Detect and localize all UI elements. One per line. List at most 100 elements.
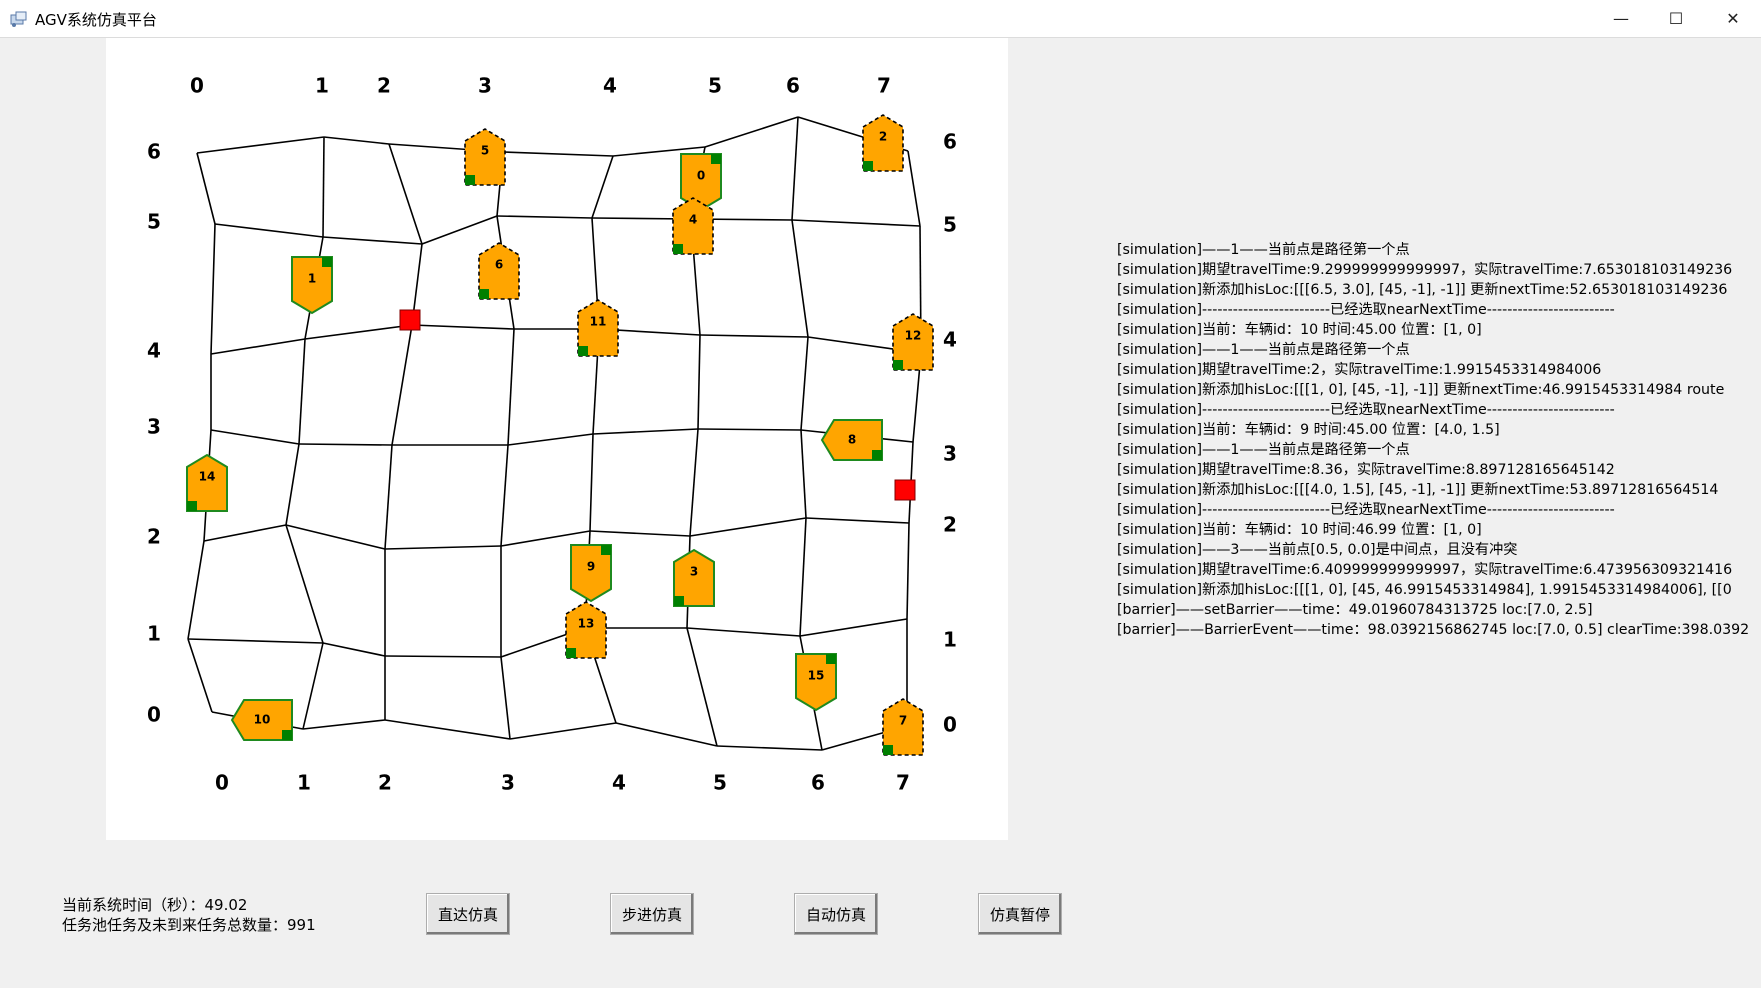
road-segment [716, 745, 823, 751]
log-line: [simulation]期望travelTime:8.36，实际travelTi… [1117, 462, 1615, 478]
bottom-axis-label: 0 [215, 771, 229, 795]
road-segment [298, 443, 393, 446]
agv-direction-marker [479, 289, 489, 299]
maximize-icon: ☐ [1668, 9, 1684, 28]
agv-vehicle[interactable]: 7 [882, 698, 924, 756]
agv-vehicle[interactable]: 2 [862, 114, 904, 172]
road-segment [196, 152, 216, 225]
top-axis-label: 0 [190, 74, 204, 98]
road-segment [799, 618, 908, 637]
agv-vehicle[interactable]: 12 [892, 313, 934, 371]
log-line: [barrier]——BarrierEvent——time：98.0392156… [1117, 622, 1750, 638]
road-segment [906, 522, 910, 620]
top-axis-label: 2 [377, 74, 391, 98]
road-segment [697, 334, 701, 430]
agv-id-label: 11 [590, 315, 607, 329]
agv-direction-marker [566, 648, 576, 658]
road-segment [210, 338, 306, 355]
agv-vehicle[interactable]: 5 [464, 128, 506, 186]
bottom-axis-label: 7 [896, 771, 910, 795]
road-segment [500, 530, 591, 547]
road-segment [907, 150, 921, 227]
agv-vehicle[interactable]: 10 [230, 699, 293, 741]
agv-id-label: 9 [587, 560, 595, 574]
agv-direction-marker [465, 175, 475, 185]
barrier-marker [399, 309, 421, 331]
road-segment [285, 524, 386, 550]
road-segment [689, 517, 807, 537]
agv-map-panel: 0123456701234567654321065432100123456789… [106, 38, 1008, 840]
road-segment [799, 517, 807, 637]
agv-id-label: 3 [690, 565, 698, 579]
road-segment [187, 638, 213, 713]
road-segment [384, 444, 393, 550]
agv-id-label: 10 [254, 713, 271, 727]
maximize-button[interactable]: ☐ [1648, 0, 1704, 37]
task-count: 任务池任务及未到来任务总数量：991 [62, 916, 316, 934]
agv-direction-marker [883, 745, 893, 755]
agv-vehicle[interactable]: 6 [478, 242, 520, 300]
right-axis-label: 5 [943, 213, 957, 237]
road-segment [322, 136, 325, 238]
left-axis-label: 6 [147, 140, 161, 164]
right-axis-label: 3 [943, 442, 957, 466]
top-axis-label: 7 [877, 74, 891, 98]
agv-vehicle[interactable]: 1 [291, 256, 333, 315]
agv-vehicle[interactable]: 15 [795, 653, 837, 712]
left-axis-label: 5 [147, 210, 161, 234]
road-segment [302, 642, 324, 730]
step-simulation-button[interactable]: 步进仿真 [610, 893, 694, 935]
road-segment [800, 429, 807, 519]
road-segment [304, 324, 413, 340]
title-bar: AGV系统仿真平台 — ☐ ✕ [0, 0, 1761, 38]
window-title: AGV系统仿真平台 [35, 11, 157, 29]
agv-direction-marker [673, 244, 683, 254]
left-axis-label: 4 [147, 339, 161, 363]
log-line: [simulation]-------------------------已经选… [1117, 302, 1615, 318]
agv-vehicle[interactable]: 8 [820, 419, 883, 461]
top-axis-label: 6 [786, 74, 800, 98]
top-axis-label: 4 [603, 74, 617, 98]
close-button[interactable]: ✕ [1705, 0, 1761, 37]
agv-direction-marker [282, 730, 292, 740]
agv-id-label: 2 [879, 130, 887, 144]
agv-id-label: 15 [808, 669, 825, 683]
minimize-icon: — [1613, 9, 1629, 28]
bottom-axis-label: 6 [811, 771, 825, 795]
log-line: [simulation]当前：车辆id：10 时间:45.00 位置：[1, 0… [1117, 322, 1482, 338]
road-segment [592, 428, 699, 435]
road-segment [323, 136, 390, 145]
close-icon: ✕ [1726, 9, 1740, 28]
agv-vehicle[interactable]: 9 [570, 544, 612, 603]
pause-simulation-button[interactable]: 仿真暂停 [978, 893, 1062, 935]
road-segment [704, 116, 799, 148]
road-segment [805, 517, 910, 524]
road-segment [322, 236, 423, 245]
log-line: [simulation]——3——当前点[0.5, 0.0]是中间点，且没有冲突 [1117, 542, 1518, 558]
bottom-axis-label: 3 [501, 771, 515, 795]
agv-vehicle[interactable]: 13 [565, 601, 607, 659]
log-line: [simulation]新添加hisLoc:[[[1, 0], [45, -1]… [1117, 382, 1725, 398]
minimize-button[interactable]: — [1593, 0, 1649, 37]
road-segment [496, 215, 593, 219]
top-axis-label: 3 [478, 74, 492, 98]
road-segment [298, 338, 306, 445]
bottom-axis-label: 4 [612, 771, 626, 795]
road-segment [507, 328, 515, 446]
agv-direction-marker [863, 161, 873, 171]
agv-vehicle[interactable]: 11 [577, 299, 619, 357]
agv-vehicle[interactable]: 3 [673, 548, 715, 607]
road-segment [791, 219, 809, 338]
direct-simulation-button[interactable]: 直达仿真 [426, 893, 510, 935]
road-segment [196, 136, 325, 154]
right-axis-label: 2 [943, 513, 957, 537]
auto-simulation-button[interactable]: 自动仿真 [794, 893, 878, 935]
road-segment [589, 433, 594, 532]
log-line: [simulation]当前：车辆id：10 时间:46.99 位置：[1, 0… [1117, 522, 1482, 538]
road-segment [322, 642, 386, 657]
simulation-log: [simulation]——1——当前点是路径第一个点 [simulation]期… [1117, 240, 1761, 640]
log-line: [simulation]新添加hisLoc:[[[4.0, 1.5], [45,… [1117, 482, 1719, 498]
agv-vehicle[interactable]: 14 [186, 453, 228, 512]
bottom-axis-label: 5 [713, 771, 727, 795]
right-axis-label: 0 [943, 713, 957, 737]
